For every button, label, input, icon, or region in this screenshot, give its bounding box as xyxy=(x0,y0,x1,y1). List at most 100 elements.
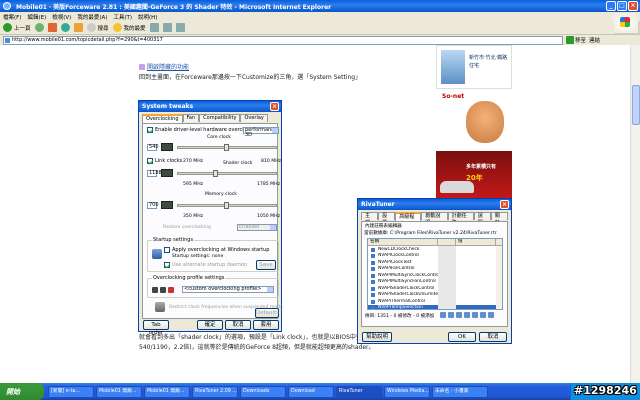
apply-button[interactable]: 套用 xyxy=(253,320,279,330)
stop-button[interactable] xyxy=(47,23,57,32)
tab-launcher[interactable]: 啟動說明 xyxy=(421,212,448,226)
refresh-button[interactable] xyxy=(60,23,70,32)
links-label[interactable]: 連結 xyxy=(589,36,600,44)
registry-row-name: NVAPIShaderClockUnLimited xyxy=(368,292,438,298)
edit-icon[interactable] xyxy=(448,312,454,318)
history-button[interactable] xyxy=(149,23,159,32)
forward-button[interactable] xyxy=(34,23,44,32)
menu-edit[interactable]: 編輯(E) xyxy=(27,13,46,21)
alternate-daemon-checkbox[interactable] xyxy=(164,262,170,268)
restore-overclocking-select[interactable]: Enabled xyxy=(237,224,277,231)
taskbar-task[interactable]: Windows Media... xyxy=(384,385,430,398)
shader-clock-slider[interactable] xyxy=(177,172,277,175)
core-clock-label: Core clock xyxy=(207,135,231,140)
registry-list[interactable]: 名稱 值 NewCDClockCheck NVAPIClockControl NVA… xyxy=(367,238,503,310)
tab-settings[interactable]: 設置 xyxy=(378,212,396,226)
delete-profile-icon[interactable] xyxy=(168,287,174,293)
ad-banner-sonet[interactable]: So-net xyxy=(436,91,512,147)
menu-file[interactable]: 檔案(F) xyxy=(3,13,21,21)
restore-overclocking-label: Restore overclocking xyxy=(163,225,211,230)
taskbar-task[interactable]: [新聞] e-ta... xyxy=(48,385,94,398)
core-clock-value[interactable]: 540 xyxy=(147,144,159,151)
close-icon[interactable]: × xyxy=(270,102,279,111)
open-icon[interactable] xyxy=(480,312,486,318)
profile-select[interactable]: <custom overclocking profile> xyxy=(182,286,274,293)
column-value[interactable]: 值 xyxy=(456,239,496,245)
taskbar-task[interactable]: Mobile01 無敵... xyxy=(144,385,190,398)
favorites-button[interactable]: 我的最愛 xyxy=(112,23,146,32)
defaults-button[interactable]: Defaults xyxy=(255,308,279,318)
apply-at-startup-checkbox[interactable] xyxy=(164,247,170,253)
taskbar-task[interactable]: RivaTuner xyxy=(336,385,382,398)
tab-overlay[interactable]: Overlay xyxy=(240,114,268,122)
taskbar-task[interactable]: RivaTuner 2.09 ... xyxy=(192,385,238,398)
article-link[interactable]: 開啟隱藏的功能 xyxy=(139,62,189,71)
find-icon[interactable] xyxy=(472,312,478,318)
tab-help[interactable]: 說明 xyxy=(473,212,491,226)
core-clock-slider-thumb[interactable] xyxy=(224,144,229,151)
menu-bar: 檔案(F) 編輯(E) 檢視(V) 我的最愛(A) 工具(T) 說明(H) xyxy=(0,12,640,21)
address-input[interactable]: http://www.mobile01.com/topicdetail.php?… xyxy=(3,35,563,45)
go-button[interactable]: 移至 xyxy=(566,36,586,44)
tab-about[interactable]: 關於 xyxy=(490,212,508,226)
search-button[interactable]: 搜尋 xyxy=(86,23,109,32)
taskbar-task[interactable]: Mobile01 無敵... xyxy=(96,385,142,398)
menu-favorites[interactable]: 我的最愛(A) xyxy=(77,13,107,21)
performance-mode-select[interactable]: performance 3D xyxy=(243,127,279,138)
rivatuner-dialog: RivaTuner × 主檔 設置 高級程序 啟動說明 計劃任務 說明 關於 內… xyxy=(357,198,512,344)
save-button[interactable]: Save xyxy=(256,260,276,270)
ad-banner-volvo[interactable]: 多年累積只有 20年 xyxy=(436,151,512,199)
history-icon xyxy=(149,23,159,32)
memory-clock-slider-thumb[interactable] xyxy=(224,202,229,209)
taskbar-task[interactable]: Download xyxy=(288,385,334,398)
shader-clock-value[interactable]: 1188 xyxy=(147,170,162,177)
search-icon xyxy=(86,23,96,32)
ad-banner-housing[interactable]: 新竹市‧竹北‧鐵路住宅 xyxy=(436,45,512,89)
link-clocks-checkbox[interactable] xyxy=(147,158,153,164)
print-button[interactable] xyxy=(175,23,185,32)
shader-clock-slider-thumb[interactable] xyxy=(213,170,218,177)
tab-fan[interactable]: Fan xyxy=(182,114,200,122)
windows-flag-icon xyxy=(620,17,630,27)
enable-overclocking-checkbox[interactable] xyxy=(147,127,153,133)
menu-tools[interactable]: 工具(T) xyxy=(113,13,132,21)
tab-power-user[interactable]: 高級程序 xyxy=(395,212,422,227)
taskbar-task[interactable]: Downloads xyxy=(240,385,286,398)
menu-view[interactable]: 檢視(V) xyxy=(52,13,71,21)
taskbar-task[interactable]: 未命名 - 小畫家 xyxy=(432,385,488,398)
cancel-button[interactable]: 取消 xyxy=(479,332,507,342)
mail-button[interactable] xyxy=(162,23,172,32)
undo-icon[interactable] xyxy=(464,312,470,318)
ok-button[interactable]: 確定 xyxy=(197,320,223,330)
column-type[interactable] xyxy=(438,239,456,245)
registry-row[interactable]: NVAPITempSelection xyxy=(368,304,502,309)
close-button[interactable]: × xyxy=(628,1,638,11)
memory-clock-value[interactable]: 700 xyxy=(147,202,159,209)
tab-main[interactable]: 主檔 xyxy=(361,212,379,226)
save-icon[interactable] xyxy=(488,312,494,318)
cancel-button[interactable]: 取消 xyxy=(225,320,251,330)
tab-compatibility[interactable]: Compatibility xyxy=(199,114,241,122)
ok-button[interactable]: OK xyxy=(448,332,476,342)
registry-row-name: NVAPIFanControl xyxy=(368,266,438,272)
delete-icon[interactable] xyxy=(456,312,462,318)
registry-scrollbar[interactable] xyxy=(496,246,502,309)
bullet-icon xyxy=(139,63,145,70)
ie-icon xyxy=(3,2,11,10)
page-scrollbar[interactable] xyxy=(630,45,640,383)
add-icon[interactable] xyxy=(440,312,446,318)
help-button[interactable]: 幫助說明 xyxy=(362,332,392,342)
column-name[interactable]: 名稱 xyxy=(368,239,438,245)
minimize-button[interactable]: _ xyxy=(606,1,616,11)
home-button[interactable] xyxy=(73,23,83,32)
close-icon[interactable]: × xyxy=(500,200,509,209)
tab-overclocking[interactable]: Overclocking xyxy=(142,114,183,123)
tab-order-button[interactable]: Tab order xyxy=(143,320,169,336)
start-button[interactable]: 開始 xyxy=(0,383,44,400)
menu-help[interactable]: 說明(H) xyxy=(138,13,157,21)
tab-scheduler[interactable]: 計劃任務 xyxy=(447,212,474,226)
back-button[interactable]: 上一頁 xyxy=(3,23,31,32)
save-profile-icon[interactable] xyxy=(160,287,166,293)
maximize-button[interactable]: □ xyxy=(617,1,627,11)
scrollbar-thumb[interactable] xyxy=(632,85,640,125)
